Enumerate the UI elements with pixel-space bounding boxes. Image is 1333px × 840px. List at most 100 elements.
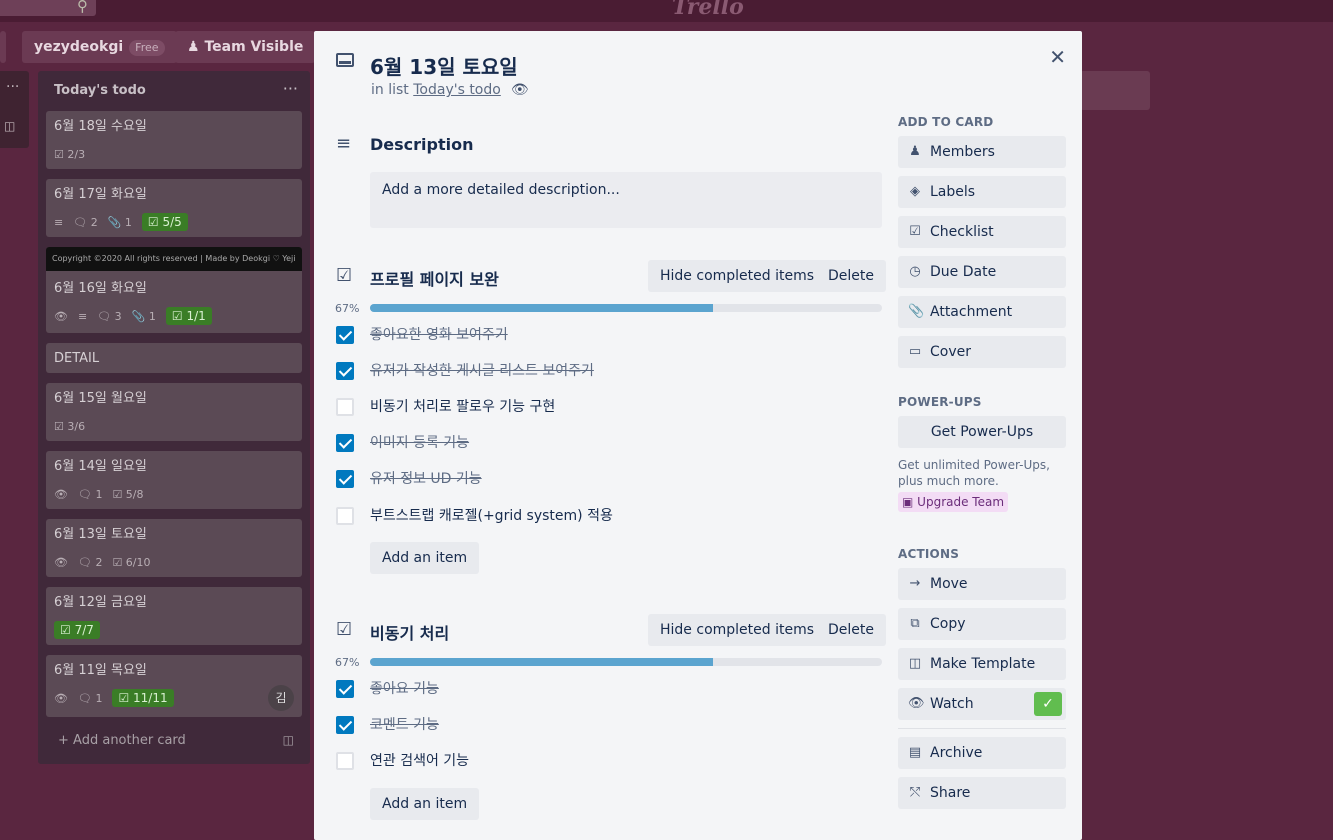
checklist-item-text[interactable]: 부트스트랩 캐로젤(+grid system) 적용 bbox=[370, 507, 613, 525]
checklist-badge: ☑ 5/8 bbox=[112, 487, 144, 501]
watch-icon: 👁 bbox=[54, 691, 68, 705]
checklist-item-text[interactable]: 이미지 등록 기능 bbox=[370, 434, 469, 452]
checklist-item[interactable]: 유저 정보 UD 기능 bbox=[336, 470, 882, 506]
checklist-icon: ☑ bbox=[909, 224, 921, 239]
add-item-button[interactable]: Add an item bbox=[370, 542, 480, 574]
add-list-placeholder[interactable] bbox=[1080, 71, 1150, 110]
copy-button[interactable]: ⧉ Copy bbox=[898, 608, 1066, 640]
card-title: DETAIL bbox=[54, 351, 100, 366]
checklist-item[interactable]: 연관 검색어 기능 bbox=[336, 752, 882, 788]
card[interactable]: 6월 17일 화요일 ≡ 🗨 2 📎 1 ☑ 5/5 bbox=[46, 179, 302, 237]
workspace-button[interactable]: yezydeokgi Free bbox=[22, 31, 177, 63]
avatar[interactable]: 김 bbox=[268, 685, 294, 711]
checklist-item[interactable]: 좋아요한 영화 보여주기 bbox=[336, 326, 882, 362]
visibility-button[interactable]: ♟ Team Visible bbox=[175, 31, 316, 63]
card-detail-modal: ✕ 6월 13일 토요일 in list Today's todo 👁 ≡ Des… bbox=[314, 31, 1082, 840]
delete-checklist-button[interactable]: Delete bbox=[816, 614, 886, 646]
checklist-item-text[interactable]: 비동기 처리로 팔로우 기능 구현 bbox=[370, 398, 555, 416]
list-menu-icon[interactable]: ··· bbox=[283, 79, 298, 98]
card[interactable]: 6월 14일 일요일 👁 🗨 1 ☑ 5/8 bbox=[46, 451, 302, 509]
visibility-label: Team Visible bbox=[204, 39, 304, 55]
checklist-item-text[interactable]: 좋아요한 영화 보여주기 bbox=[370, 326, 508, 344]
checkbox[interactable] bbox=[336, 362, 354, 380]
cover-icon: ▭ bbox=[908, 344, 922, 359]
checkbox[interactable] bbox=[336, 507, 354, 525]
get-power-ups-button[interactable]: Get Power-Ups bbox=[898, 416, 1066, 448]
list-title[interactable]: Today's todo bbox=[54, 83, 146, 98]
search-box[interactable]: ⚲ bbox=[0, 0, 96, 16]
checklist-badge: ☑ 1/1 bbox=[165, 307, 212, 325]
paperclip-icon: 📎 bbox=[908, 304, 925, 319]
card[interactable]: 6월 12일 금요일 ☑ 7/7 bbox=[46, 587, 302, 645]
card[interactable]: 6월 15일 월요일 ☑ 3/6 bbox=[46, 383, 302, 441]
attachments-badge: 📎 1 bbox=[131, 309, 156, 323]
checklist-title[interactable]: 프로필 페이지 보완 bbox=[370, 266, 499, 290]
delete-checklist-button[interactable]: Delete bbox=[816, 260, 886, 292]
add-card-button[interactable]: + Add another card bbox=[58, 733, 186, 748]
checklist-item-text[interactable]: 코멘트 기능 bbox=[370, 716, 439, 734]
description-input[interactable]: Add a more detailed description... bbox=[370, 172, 882, 228]
move-button[interactable]: → Move bbox=[898, 568, 1066, 600]
attachment-button[interactable]: 📎 Attachment bbox=[898, 296, 1066, 328]
description-icon: ≡ bbox=[77, 309, 88, 323]
progress-percent: 67% bbox=[335, 656, 360, 669]
card-title[interactable]: 6월 13일 토요일 bbox=[370, 51, 518, 80]
close-icon[interactable]: ✕ bbox=[1049, 45, 1066, 69]
checkbox[interactable] bbox=[336, 326, 354, 344]
description-icon: ≡ bbox=[54, 215, 64, 229]
progress-fill bbox=[370, 304, 714, 312]
list-menu-icon[interactable]: ··· bbox=[6, 79, 19, 95]
checklist-item[interactable]: 좋아요 기능 bbox=[336, 680, 882, 716]
watch-icon: 👁 bbox=[54, 309, 68, 323]
list-link[interactable]: Today's todo bbox=[413, 82, 501, 98]
card-title: 6월 14일 일요일 bbox=[54, 459, 147, 474]
checklist-item-text[interactable]: 유저가 작성한 게시글 리스트 보여주기 bbox=[370, 362, 594, 380]
checklist-item[interactable]: 유저가 작성한 게시글 리스트 보여주기 bbox=[336, 362, 882, 398]
share-button[interactable]: ⤲ Share bbox=[898, 777, 1066, 809]
archive-button[interactable]: ▤ Archive bbox=[898, 737, 1066, 769]
card[interactable]: Copyright ©2020 All rights reserved | Ma… bbox=[46, 247, 302, 333]
progress-bar bbox=[370, 658, 882, 666]
upgrade-team-button[interactable]: ▣ Upgrade Team bbox=[898, 492, 1009, 512]
checklist-item[interactable]: 부트스트랩 캐로젤(+grid system) 적용 bbox=[336, 507, 882, 543]
checklist-item-text[interactable]: 연관 검색어 기능 bbox=[370, 752, 469, 770]
checklist-title[interactable]: 비동기 처리 bbox=[370, 620, 449, 644]
template-icon[interactable]: ◫ bbox=[283, 733, 294, 747]
power-ups-note: Get unlimited Power-Ups, plus much more. bbox=[898, 458, 1050, 488]
divider bbox=[898, 728, 1066, 729]
card-title: 6월 11일 목요일 bbox=[54, 663, 147, 678]
label-icon: ◈ bbox=[910, 184, 920, 199]
checkbox[interactable] bbox=[336, 398, 354, 416]
checkbox[interactable] bbox=[336, 752, 354, 770]
hide-completed-button[interactable]: Hide completed items bbox=[648, 614, 827, 646]
members-button[interactable]: ♟ Members bbox=[898, 136, 1066, 168]
add-item-button[interactable]: Add an item bbox=[370, 788, 480, 820]
upgrade-icon: ▣ bbox=[902, 495, 914, 509]
due-date-button[interactable]: ◷ Due Date bbox=[898, 256, 1066, 288]
checkbox[interactable] bbox=[336, 470, 354, 488]
copy-icon: ⧉ bbox=[910, 616, 920, 631]
card[interactable]: 6월 13일 토요일 👁 🗨 2 ☑ 6/10 bbox=[46, 519, 302, 577]
labels-button[interactable]: ◈ Labels bbox=[898, 176, 1066, 208]
checklist-item-text[interactable]: 좋아요 기능 bbox=[370, 680, 439, 698]
template-icon[interactable]: ◫ bbox=[4, 119, 15, 133]
checklist-item[interactable]: 비동기 처리로 팔로우 기능 구현 bbox=[336, 398, 882, 434]
card[interactable]: 6월 11일 목요일 👁 🗨 1 ☑ 11/11 김 bbox=[46, 655, 302, 717]
watch-button[interactable]: 👁 Watch ✓ bbox=[898, 688, 1066, 720]
checkbox[interactable] bbox=[336, 680, 354, 698]
checklist-badge: ☑ 3/6 bbox=[54, 419, 86, 433]
checklist-item-text[interactable]: 유저 정보 UD 기능 bbox=[370, 470, 482, 488]
checklist-item[interactable]: 이미지 등록 기능 bbox=[336, 434, 882, 470]
checklist-button[interactable]: ☑ Checklist bbox=[898, 216, 1066, 248]
board-menu-button[interactable] bbox=[0, 31, 6, 63]
cover-button[interactable]: ▭ Cover bbox=[898, 336, 1066, 368]
checklist-item[interactable]: 코멘트 기능 bbox=[336, 716, 882, 752]
search-icon: ⚲ bbox=[77, 0, 88, 15]
card[interactable]: DETAIL bbox=[46, 343, 302, 373]
trello-logo[interactable]: Trello bbox=[672, 0, 744, 20]
make-template-button[interactable]: ◫ Make Template bbox=[898, 648, 1066, 680]
checkbox[interactable] bbox=[336, 434, 354, 452]
card[interactable]: 6월 18일 수요일 ☑ 2/3 bbox=[46, 111, 302, 169]
hide-completed-button[interactable]: Hide completed items bbox=[648, 260, 827, 292]
checkbox[interactable] bbox=[336, 716, 354, 734]
